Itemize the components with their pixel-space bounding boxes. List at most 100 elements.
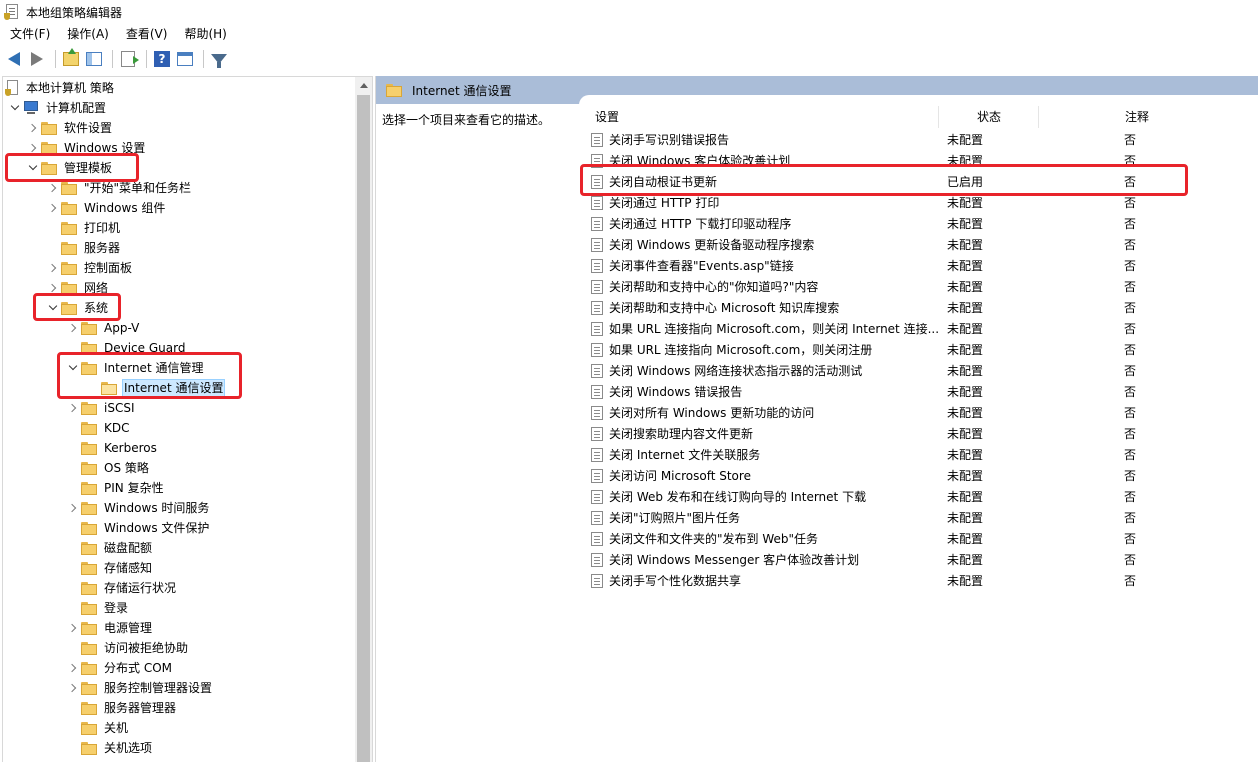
tree-item-label: 软件设置 — [64, 121, 113, 135]
setting-icon — [591, 342, 603, 357]
menu-view[interactable]: 查看(V) — [116, 24, 175, 44]
setting-row[interactable]: 关闭 Windows 错误报告 未配置 否 — [591, 381, 1256, 402]
tree-item[interactable]: 计算机配置 — [7, 98, 108, 118]
setting-name: 关闭帮助和支持中心 Microsoft 知识库搜索 — [609, 301, 840, 315]
setting-row[interactable]: 关闭手写个性化数据共享 未配置 否 — [591, 570, 1256, 591]
setting-comment: 否 — [1124, 511, 1137, 525]
folder-icon — [81, 461, 97, 475]
column-header-comment[interactable]: 注释 — [1039, 106, 1239, 128]
tree-item-label: 关机选项 — [104, 741, 153, 755]
setting-row[interactable]: 关闭通过 HTTP 下载打印驱动程序 未配置 否 — [591, 213, 1256, 234]
setting-row[interactable]: 关闭 Windows 更新设备驱动程序搜索 未配置 否 — [591, 234, 1256, 255]
setting-state: 未配置 — [947, 343, 984, 357]
expand-chevron-icon[interactable] — [65, 658, 81, 678]
setting-row[interactable]: 关闭手写识别错误报告 未配置 否 — [591, 129, 1256, 150]
forward-arrow-icon[interactable] — [27, 49, 47, 69]
column-header-setting[interactable]: 设置 — [589, 106, 939, 128]
setting-icon — [591, 447, 603, 462]
tree-item[interactable]: 登录 — [65, 598, 130, 618]
tree-item[interactable]: 关机选项 — [65, 738, 154, 758]
tree-item[interactable]: 打印机 — [45, 218, 122, 238]
tree-item[interactable]: 本地计算机 策略 — [5, 78, 116, 98]
expand-chevron-icon[interactable] — [65, 678, 81, 698]
tree-item[interactable]: 存储感知 — [65, 558, 154, 578]
setting-row[interactable]: 关闭 Internet 文件关联服务 未配置 否 — [591, 444, 1256, 465]
setting-row[interactable]: 关闭搜索助理内容文件更新 未配置 否 — [591, 423, 1256, 444]
setting-row[interactable]: 关闭 Windows Messenger 客户体验改善计划 未配置 否 — [591, 549, 1256, 570]
tree-item[interactable]: Windows 时间服务 — [65, 498, 211, 518]
tree-item[interactable]: Windows 组件 — [45, 198, 167, 218]
setting-row[interactable]: 关闭帮助和支持中心 Microsoft 知识库搜索 未配置 否 — [591, 297, 1256, 318]
folder-icon — [61, 201, 77, 215]
tree-item[interactable]: OS 策略 — [65, 458, 151, 478]
tree-item[interactable]: Kerberos — [65, 438, 159, 458]
setting-comment: 否 — [1124, 133, 1137, 147]
setting-row[interactable]: 关闭帮助和支持中心的"你知道吗?"内容 未配置 否 — [591, 276, 1256, 297]
show-hide-tree-icon[interactable] — [84, 49, 104, 69]
expand-chevron-icon[interactable] — [65, 498, 81, 518]
filter-icon[interactable] — [209, 49, 229, 69]
expand-chevron-icon[interactable] — [65, 398, 81, 418]
tree-item[interactable]: iSCSI — [65, 398, 137, 418]
export-list-icon[interactable] — [118, 49, 139, 69]
setting-row[interactable]: 关闭 Windows 网络连接状态指示器的活动测试 未配置 否 — [591, 360, 1256, 381]
tree-item[interactable]: 访问被拒绝协助 — [65, 638, 190, 658]
tree-item[interactable]: App-V — [65, 318, 141, 338]
setting-row[interactable]: 关闭对所有 Windows 更新功能的访问 未配置 否 — [591, 402, 1256, 423]
setting-row[interactable]: 如果 URL 连接指向 Microsoft.com，则关闭注册 未配置 否 — [591, 339, 1256, 360]
setting-row[interactable]: 关闭访问 Microsoft Store 未配置 否 — [591, 465, 1256, 486]
toolbar-separator — [112, 50, 113, 68]
setting-comment: 否 — [1124, 301, 1137, 315]
menu-help[interactable]: 帮助(H) — [174, 24, 233, 44]
expand-chevron-icon[interactable] — [65, 318, 81, 338]
tree-item[interactable]: 存储运行状况 — [65, 578, 178, 598]
setting-icon — [591, 237, 603, 252]
collapse-chevron-icon[interactable] — [7, 98, 23, 118]
setting-row[interactable]: 如果 URL 连接指向 Microsoft.com，则关闭 Internet 连… — [591, 318, 1256, 339]
expand-chevron-icon[interactable] — [45, 198, 61, 218]
column-header-state[interactable]: 状态 — [939, 106, 1039, 128]
tree-item[interactable]: Windows 文件保护 — [65, 518, 211, 538]
tree-scrollbar[interactable] — [355, 77, 372, 762]
tree-item[interactable]: 软件设置 — [25, 118, 114, 138]
scrollbar-thumb[interactable] — [357, 95, 370, 762]
tree-item-label: PIN 复杂性 — [104, 481, 164, 495]
setting-icon — [591, 426, 603, 441]
tree-item[interactable]: PIN 复杂性 — [65, 478, 166, 498]
tree-item[interactable]: KDC — [65, 418, 132, 438]
setting-comment: 否 — [1124, 259, 1137, 273]
tree-item-label: 本地计算机 策略 — [26, 81, 114, 95]
folder-icon — [81, 401, 97, 415]
properties-icon[interactable] — [175, 49, 195, 69]
folder-icon — [81, 621, 97, 635]
tree-item[interactable]: 服务控制管理器设置 — [65, 678, 214, 698]
help-icon[interactable]: ? — [152, 49, 172, 69]
expand-chevron-icon[interactable] — [45, 258, 61, 278]
setting-row[interactable]: 关闭事件查看器"Events.asp"链接 未配置 否 — [591, 255, 1256, 276]
scroll-up-icon[interactable] — [355, 77, 372, 94]
tree-item[interactable]: 分布式 COM — [65, 658, 174, 678]
tree-item[interactable]: 服务器管理器 — [65, 698, 178, 718]
back-arrow-icon[interactable] — [4, 49, 24, 69]
tree-item[interactable]: 电源管理 — [65, 618, 154, 638]
menu-action[interactable]: 操作(A) — [57, 24, 116, 44]
computer-icon — [23, 101, 39, 115]
tree-item[interactable]: 服务器 — [45, 238, 122, 258]
menu-file[interactable]: 文件(F) — [0, 24, 57, 44]
up-folder-icon[interactable] — [61, 48, 81, 69]
tree-item[interactable]: 控制面板 — [45, 258, 134, 278]
setting-row[interactable]: 关闭文件和文件夹的"发布到 Web"任务 未配置 否 — [591, 528, 1256, 549]
setting-name: 关闭"订购照片"图片任务 — [609, 511, 741, 525]
tree-item[interactable]: 关机 — [65, 718, 130, 738]
setting-row[interactable]: 关闭"订购照片"图片任务 未配置 否 — [591, 507, 1256, 528]
folder-icon — [81, 721, 97, 735]
setting-comment: 否 — [1124, 385, 1137, 399]
expand-chevron-icon[interactable] — [25, 118, 41, 138]
setting-row[interactable]: 关闭 Web 发布和在线订购向导的 Internet 下载 未配置 否 — [591, 486, 1256, 507]
window-title: 本地组策略编辑器 — [26, 5, 123, 20]
expand-chevron-icon[interactable] — [65, 618, 81, 638]
tree-item[interactable]: 磁盘配额 — [65, 538, 154, 558]
